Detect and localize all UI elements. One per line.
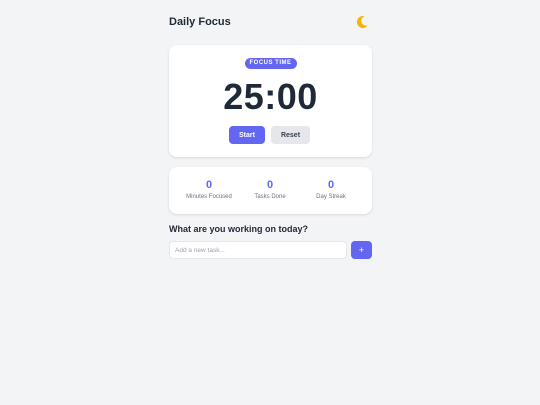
timer-display: 25:00 [223, 76, 318, 117]
stat-label: Day Streak [316, 194, 346, 200]
stat-label: Tasks Done [254, 194, 286, 200]
stats-card: 0 Minutes Focused 0 Tasks Done 0 Day Str… [169, 167, 372, 214]
stat-minutes-focused: 0 Minutes Focused [179, 179, 239, 202]
focus-time-badge: FOCUS TIME [244, 58, 297, 69]
reset-button[interactable]: Reset [271, 126, 310, 144]
moon-icon [356, 15, 368, 28]
tasks-heading: What are you working on today? [169, 224, 309, 234]
add-task-button[interactable]: + [351, 241, 372, 259]
stat-value: 0 [205, 179, 213, 191]
stat-tasks-done: 0 Tasks Done [240, 179, 300, 202]
stat-day-streak: 0 Day Streak [301, 179, 361, 202]
stat-label: Minutes Focused [186, 194, 232, 200]
start-button[interactable]: Start [229, 126, 265, 144]
page-title: Daily Focus [169, 16, 231, 28]
new-task-input[interactable] [169, 241, 347, 259]
stat-value: 0 [327, 179, 335, 191]
theme-toggle-button[interactable] [354, 14, 370, 30]
stat-value: 0 [266, 179, 274, 191]
timer-card: FOCUS TIME 25:00 Start Reset [169, 45, 372, 157]
header: Daily Focus [169, 14, 372, 32]
